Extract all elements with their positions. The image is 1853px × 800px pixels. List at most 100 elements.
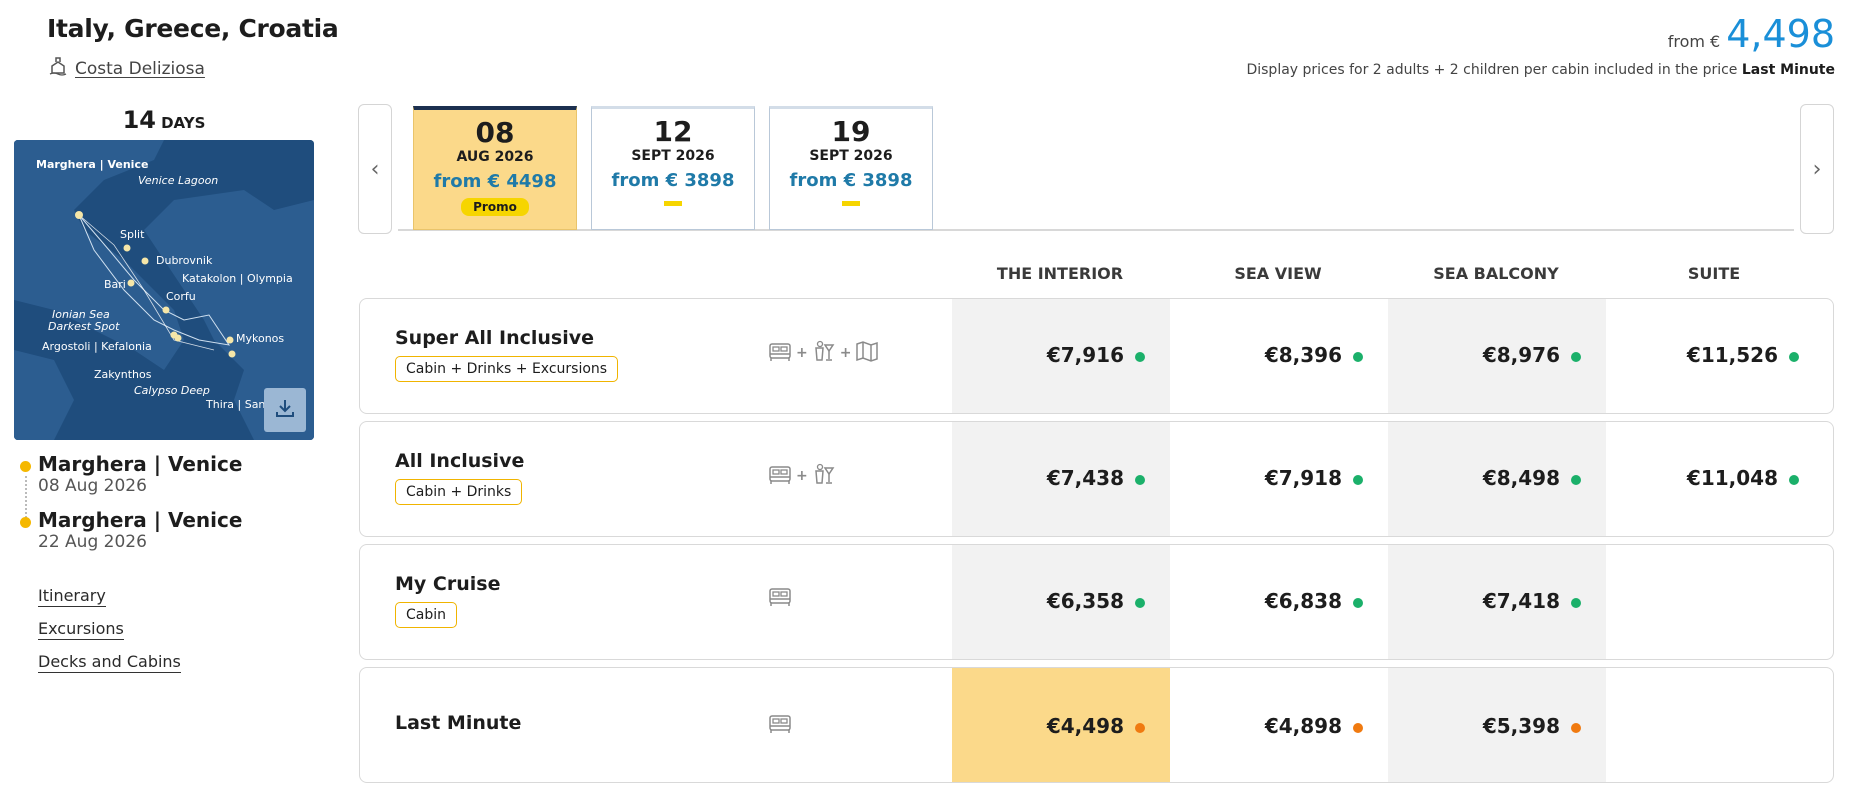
- col-sea-view: SEA VIEW: [1234, 264, 1322, 283]
- stop-departure: Marghera | Venice 08 Aug 2026: [20, 452, 242, 496]
- stop-dot: [20, 461, 31, 472]
- drinks-icon: [812, 339, 836, 367]
- itinerary-map[interactable]: Marghera | Venice Venice Lagoon Split Du…: [14, 140, 314, 440]
- decks-cabins-link[interactable]: Decks and Cabins: [38, 652, 181, 673]
- package-icons: [768, 712, 792, 738]
- port-stops: Marghera | Venice 08 Aug 2026 Marghera |…: [20, 452, 242, 564]
- date-option-aug-08[interactable]: 08 AUG 2026 from € 4498 Promo: [413, 106, 577, 230]
- display-note-text: Display prices for 2 adults + 2 children…: [1246, 62, 1738, 78]
- info-links: Itinerary Excursions Decks and Cabins: [38, 586, 181, 685]
- date-month: SEPT 2026: [631, 148, 715, 164]
- date-day: 19: [831, 115, 871, 148]
- package-row-all-inclusive: All Inclusive Cabin + Drinks + €7,438 €7…: [359, 421, 1834, 537]
- date-day: 08: [475, 116, 515, 149]
- package-name: Last Minute: [395, 712, 522, 734]
- offer-indicator: [664, 201, 682, 206]
- duration: 14 DAYS: [14, 106, 314, 134]
- map-label-katakolon: Katakolon | Olympia: [182, 272, 293, 285]
- availability-dot: [1135, 723, 1145, 733]
- offer-indicator: [842, 201, 860, 206]
- package-name: My Cruise: [395, 573, 501, 595]
- package-tag: Cabin + Drinks: [395, 479, 523, 505]
- package-row-super-all-inclusive: Super All Inclusive Cabin + Drinks + Exc…: [359, 298, 1834, 414]
- drinks-icon: [812, 462, 836, 490]
- availability-dot: [1571, 723, 1581, 733]
- map-label-mykonos: Mykonos: [236, 332, 285, 345]
- availability-dot: [1571, 352, 1581, 362]
- days-label: DAYS: [161, 114, 206, 132]
- from-price-amount: 4,498: [1726, 12, 1835, 56]
- from-price: from € 4,498: [1668, 12, 1835, 56]
- package-name: Super All Inclusive: [395, 327, 595, 349]
- availability-dot: [1135, 598, 1145, 608]
- map-label-calypso: Calypso Deep: [134, 384, 210, 397]
- package-tag: Cabin + Drinks + Excursions: [395, 356, 619, 382]
- date-price: from € 4498: [433, 171, 557, 192]
- map-label-dubrovnik: Dubrovnik: [156, 254, 213, 267]
- chevron-left-icon: ‹: [370, 156, 380, 182]
- map-label-argostoli: Argostoli | Kefalonia: [42, 340, 152, 353]
- date-day: 12: [653, 115, 693, 148]
- download-map-button[interactable]: [264, 388, 306, 432]
- availability-dot: [1789, 352, 1799, 362]
- carousel-prev-button[interactable]: ‹: [358, 104, 392, 234]
- days-number: 14: [122, 106, 156, 134]
- excursions-link[interactable]: Excursions: [38, 619, 124, 640]
- package-tag: Cabin: [395, 602, 458, 628]
- map-icon: [855, 339, 879, 367]
- map-label-venice: Marghera | Venice: [36, 158, 149, 171]
- date-month: SEPT 2026: [809, 148, 893, 164]
- package-row-my-cruise: My Cruise Cabin €6,358 €6,838 €7,418: [359, 544, 1834, 660]
- availability-dot: [1353, 475, 1363, 485]
- ship-name[interactable]: Costa Deliziosa: [75, 59, 205, 79]
- carousel-next-button[interactable]: ›: [1800, 104, 1834, 234]
- col-sea-balcony: SEA BALCONY: [1433, 264, 1559, 283]
- availability-dot: [1353, 352, 1363, 362]
- availability-dot: [1135, 352, 1145, 362]
- bed-icon: [768, 340, 792, 366]
- col-suite: SUITE: [1687, 264, 1741, 283]
- chevron-right-icon: ›: [1812, 156, 1822, 182]
- availability-dot: [1789, 475, 1799, 485]
- availability-dot: [1571, 598, 1581, 608]
- download-icon: [273, 396, 297, 424]
- map-label-bari: Bari: [104, 278, 126, 291]
- map-label-lagoon: Venice Lagoon: [138, 174, 219, 187]
- package-icons: + +: [768, 339, 879, 367]
- from-label: from €: [1667, 32, 1721, 51]
- bed-icon: [768, 712, 792, 738]
- bed-icon: [768, 463, 792, 489]
- package-icons: +: [768, 462, 836, 490]
- plus-icon: +: [796, 468, 808, 484]
- stop-name: Marghera | Venice: [38, 508, 243, 532]
- date-price: from € 3898: [789, 170, 913, 191]
- date-option-sept-12[interactable]: 12 SEPT 2026 from € 3898: [591, 106, 755, 230]
- map-label-corfu: Corfu: [166, 290, 196, 303]
- package-name: All Inclusive: [395, 450, 525, 472]
- stop-date: 22 Aug 2026: [38, 532, 147, 552]
- plus-icon: +: [796, 345, 808, 361]
- promo-badge: Promo: [461, 198, 529, 216]
- map-label-split: Split: [120, 228, 145, 241]
- stop-date: 08 Aug 2026: [38, 476, 147, 496]
- itinerary-link[interactable]: Itinerary: [38, 586, 106, 607]
- display-note: Display prices for 2 adults + 2 children…: [1246, 62, 1835, 78]
- date-option-sept-19[interactable]: 19 SEPT 2026 from € 3898: [769, 106, 933, 230]
- package-icons: [768, 585, 792, 611]
- map-label-zakynthos: Zakynthos: [94, 368, 152, 381]
- availability-dot: [1135, 475, 1145, 485]
- stop-dot: [20, 517, 31, 528]
- cruise-title: Italy, Greece, Croatia: [47, 14, 339, 43]
- plus-icon: +: [839, 345, 852, 361]
- ship-link[interactable]: Costa Deliziosa: [49, 56, 205, 81]
- stop-name: Marghera | Venice: [38, 452, 243, 476]
- availability-dot: [1571, 475, 1581, 485]
- bed-icon: [768, 585, 792, 611]
- display-note-bold: Last Minute: [1741, 62, 1835, 78]
- map-label-darkest: Darkest Spot: [48, 320, 120, 333]
- package-row-last-minute: Last Minute €4,498 €4,898 €5,398: [359, 667, 1834, 783]
- availability-dot: [1353, 723, 1363, 733]
- date-price: from € 3898: [611, 170, 735, 191]
- date-month: AUG 2026: [456, 149, 534, 165]
- col-interior: THE INTERIOR: [996, 264, 1124, 283]
